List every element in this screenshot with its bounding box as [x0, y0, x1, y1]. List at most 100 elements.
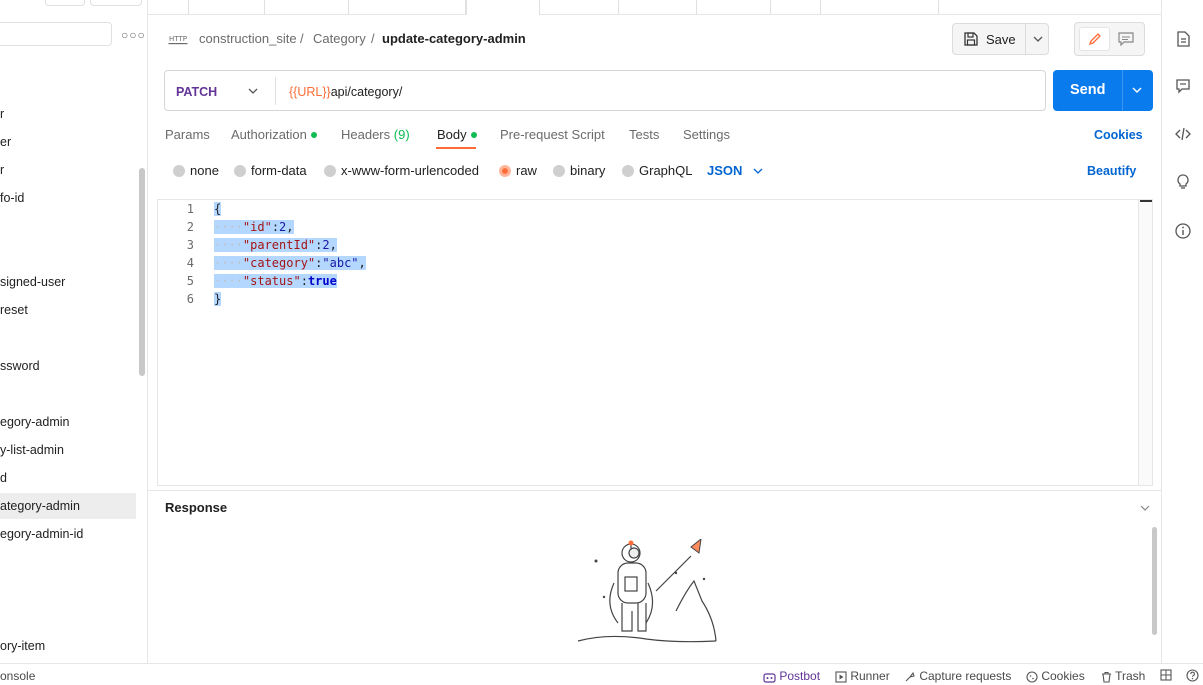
sidebar-item[interactable]: reset — [0, 297, 136, 323]
code-icon[interactable] — [1174, 125, 1192, 143]
view-mode-toggle — [1074, 22, 1145, 56]
request-url-bar: PATCH {{URL}}api/category/ — [164, 70, 1046, 111]
radio-form-data[interactable] — [234, 165, 246, 177]
request-title[interactable]: update-category-admin — [382, 31, 526, 47]
save-button[interactable]: Save — [952, 23, 1049, 55]
info-icon[interactable] — [1174, 222, 1192, 240]
capture-label: Capture requests — [919, 669, 1012, 683]
code-line: ····"parentId":2, — [214, 238, 337, 252]
runner-button[interactable]: Runner — [835, 669, 890, 683]
sidebar-item[interactable]: ory-item — [0, 633, 136, 659]
more-options-icon[interactable]: ○○○ — [121, 28, 146, 42]
tab-active[interactable] — [466, 0, 540, 15]
sidebar-item[interactable]: d — [0, 465, 136, 491]
method-select[interactable]: PATCH — [176, 85, 217, 99]
radio-urlencoded-label: x-www-form-urlencoded — [341, 163, 479, 178]
runner-label: Runner — [850, 669, 890, 683]
code-line: } — [214, 292, 222, 306]
line-number: 4 — [186, 256, 194, 270]
chevron-down-icon[interactable] — [1140, 504, 1150, 512]
console-button[interactable]: onsole — [0, 669, 35, 683]
breadcrumb-workspace[interactable]: construction_site — [199, 31, 297, 47]
url-input[interactable]: {{URL}}api/category/ — [289, 84, 402, 100]
chevron-down-icon[interactable] — [1033, 35, 1043, 43]
active-tab-indicator — [436, 147, 476, 149]
sidebar-search-field[interactable] — [0, 22, 112, 46]
radio-none-label: none — [190, 163, 219, 178]
tab-pre-request-script[interactable]: Pre-request Script — [500, 127, 605, 143]
save-icon — [964, 32, 978, 46]
postbot-icon — [763, 673, 776, 683]
lightbulb-icon[interactable] — [1174, 173, 1192, 191]
sidebar-item[interactable]: fo-id — [0, 185, 136, 211]
tab-tests[interactable]: Tests — [629, 127, 659, 143]
line-number: 2 — [186, 220, 194, 234]
code-line: ····"id":2, — [214, 220, 294, 234]
right-rail — [1161, 0, 1203, 663]
code-line: ····"status":true — [214, 274, 337, 288]
help-icon[interactable] — [1186, 669, 1199, 682]
tab-params[interactable]: Params — [165, 127, 210, 143]
editor-scrollbar[interactable] — [1138, 200, 1152, 485]
comment-mode-icon[interactable] — [1118, 32, 1134, 46]
url-variable: {{URL}} — [289, 85, 331, 99]
sidebar-top-button[interactable] — [45, 0, 85, 6]
radio-form-data-label: form-data — [251, 163, 307, 178]
url-path: api/category/ — [330, 85, 403, 99]
collections-sidebar: ○○○ r er r fo-id signed-user reset ssword egory… — [0, 0, 148, 663]
sidebar-item[interactable]: y-list-admin — [0, 437, 136, 463]
radio-graphql[interactable] — [622, 165, 634, 177]
tab-headers[interactable]: Headers (9) — [341, 127, 410, 143]
sidebar-item[interactable]: egory-admin — [0, 409, 136, 435]
chevron-down-icon[interactable] — [1132, 86, 1142, 94]
sidebar-top-button[interactable] — [90, 0, 142, 6]
tab-settings[interactable]: Settings — [683, 127, 730, 143]
sidebar-item[interactable]: egory-admin-id — [0, 521, 136, 547]
tab-body[interactable]: Body — [437, 127, 477, 143]
cookie-icon — [1026, 671, 1038, 683]
status-dot — [310, 131, 317, 138]
sidebar-item[interactable]: r — [0, 101, 136, 127]
layout-icon[interactable] — [1160, 669, 1172, 681]
capture-requests-button[interactable]: Capture requests — [904, 669, 1011, 683]
format-select[interactable]: JSON — [707, 163, 742, 179]
trash-button[interactable]: Trash — [1101, 669, 1145, 683]
cookies-button[interactable]: Cookies — [1026, 669, 1085, 683]
pencil-icon — [1088, 33, 1101, 46]
http-request-icon: HTTP — [168, 35, 188, 45]
sidebar-item[interactable]: signed-user — [0, 269, 136, 295]
breadcrumb-folder[interactable]: Category — [313, 31, 366, 47]
radio-urlencoded[interactable] — [324, 165, 336, 177]
send-button[interactable]: Send — [1053, 70, 1153, 111]
sidebar-scrollbar[interactable] — [139, 168, 145, 376]
documentation-icon[interactable] — [1174, 30, 1192, 48]
request-tab-strip — [148, 0, 1161, 15]
sidebar-item[interactable]: ategory-admin — [0, 493, 136, 519]
response-scrollbar[interactable] — [1152, 527, 1157, 635]
sidebar-item[interactable]: ssword — [0, 353, 136, 379]
beautify-button[interactable]: Beautify — [1087, 163, 1136, 179]
status-bar: onsole Postbot Runner Capture requests C… — [0, 663, 1203, 685]
radio-raw[interactable] — [499, 165, 511, 177]
response-title: Response — [165, 500, 228, 515]
chevron-down-icon[interactable] — [248, 87, 258, 95]
sidebar-item[interactable]: r — [0, 157, 136, 183]
postbot-button[interactable]: Postbot — [763, 669, 820, 683]
cookies-link[interactable]: Cookies — [1094, 127, 1143, 143]
headers-count-badge: (9) — [393, 127, 410, 142]
radio-graphql-label: GraphQL — [639, 163, 693, 178]
sidebar-item[interactable]: er — [0, 129, 136, 155]
tab-authorization[interactable]: Authorization — [231, 127, 317, 143]
line-number: 5 — [186, 274, 194, 288]
line-number: 1 — [186, 202, 194, 216]
tab-body-label: Body — [437, 127, 467, 142]
comments-icon[interactable] — [1174, 77, 1192, 95]
edit-mode-button[interactable] — [1079, 27, 1110, 51]
editor-scroll-mark — [1140, 200, 1152, 202]
save-label: Save — [986, 32, 1016, 47]
chevron-down-icon[interactable] — [753, 167, 763, 175]
radio-binary[interactable] — [553, 165, 565, 177]
radio-none[interactable] — [173, 165, 185, 177]
tab-headers-label: Headers — [341, 127, 391, 142]
code-line: ····"category":"abc", — [214, 256, 366, 270]
